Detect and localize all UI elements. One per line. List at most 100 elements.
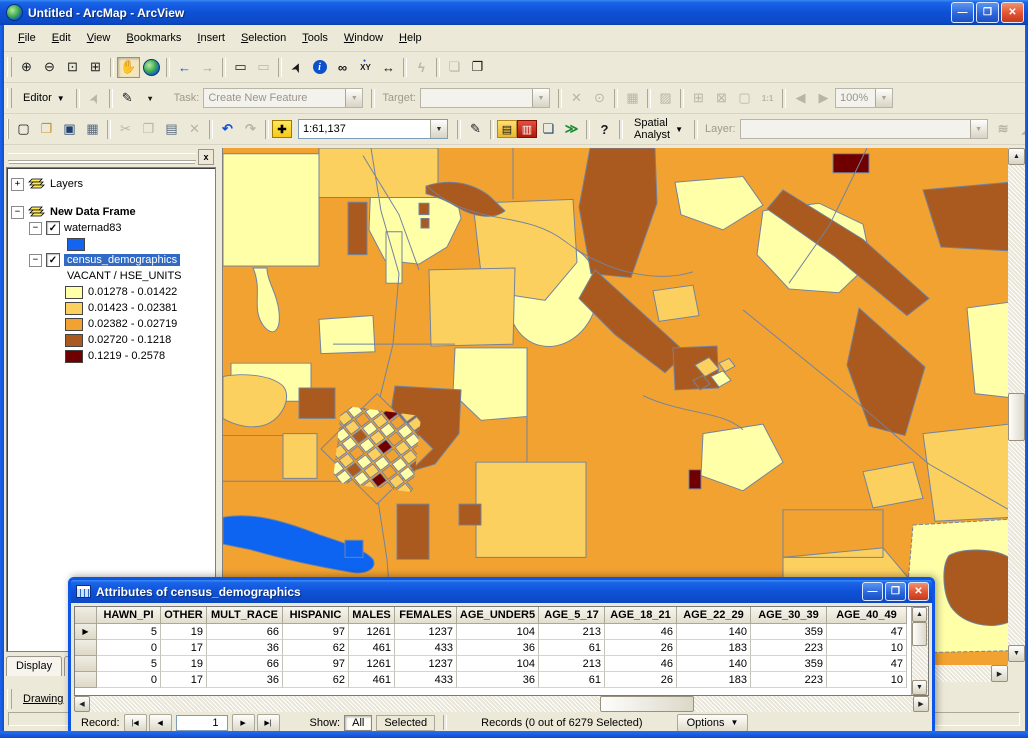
table-cell[interactable]: 223 [751,640,827,656]
scroll-thumb[interactable] [912,622,927,646]
edit-tool-icon[interactable]: ➤ [80,83,109,113]
toolbar-grip[interactable] [7,88,12,108]
minimize-button[interactable]: — [862,582,883,601]
show-all-button[interactable]: All [344,715,372,731]
table-cell[interactable]: 19 [161,624,207,640]
table-cell[interactable]: 0 [97,672,161,688]
menu-edit[interactable]: Edit [44,29,79,47]
toc-item-waternad83[interactable]: − ✓ waternad83 [11,220,215,236]
table-cell[interactable]: 213 [539,624,605,640]
layer-combo[interactable]: ▼ [740,119,988,139]
toc-item-census-demographics[interactable]: − ✓ census_demographics [11,252,215,268]
current-record-marker[interactable]: ▶ [75,624,97,640]
fixed-zoom-in-icon[interactable]: ⊡ [61,57,84,78]
table-cell[interactable]: 183 [677,672,751,688]
table-cell[interactable]: 36 [207,672,283,688]
layer-checkbox[interactable]: ✓ [46,253,60,267]
editor-toolbar-toggle-icon[interactable]: ✎ [464,119,487,140]
collapse-icon[interactable]: − [29,222,42,235]
table-row[interactable]: 017366246143336612618322310 [75,672,911,688]
table-cell[interactable]: 36 [457,672,539,688]
table-row[interactable]: 017366246143336612618322310 [75,640,911,656]
identify-icon[interactable] [308,57,331,78]
zoom-in-icon[interactable]: ⊕ [15,57,38,78]
save-icon[interactable]: ▣ [58,119,81,140]
column-header-age_22_29[interactable]: AGE_22_29 [677,607,751,624]
column-header-age_under5[interactable]: AGE_UNDER5 [457,607,539,624]
measure-icon[interactable]: ↔ [377,57,400,78]
table-horizontal-scrollbar[interactable]: ◀ ▶ [74,696,929,712]
table-cell[interactable]: 1237 [395,656,457,672]
toc-item-layers[interactable]: + Layers [11,176,215,192]
go-to-xy-icon[interactable]: XY [354,57,377,78]
table-cell[interactable]: 66 [207,656,283,672]
table-cell[interactable]: 104 [457,656,539,672]
close-icon[interactable]: x [198,149,214,165]
column-header-hawn_pi[interactable]: HAWN_PI [97,607,161,624]
find-icon[interactable]: ∞ [331,57,354,78]
undo-icon[interactable]: ↶ [216,119,239,140]
legend-item[interactable]: 0.02720 - 0.1218 [65,332,215,348]
menu-tools[interactable]: Tools [294,29,336,47]
scroll-track[interactable] [1008,165,1025,645]
legend-item[interactable]: 0.1219 - 0.2578 [65,348,215,364]
table-cell[interactable]: 19 [161,656,207,672]
scroll-down-icon[interactable]: ▼ [1008,645,1025,662]
toolbar-grip[interactable] [7,119,9,139]
table-cell[interactable]: 104 [457,624,539,640]
arctoolbox-icon[interactable]: ▥ [517,120,537,138]
chevron-down-icon[interactable]: ▼ [875,89,892,107]
table-cell[interactable]: 17 [161,672,207,688]
paste-icon[interactable]: ▤ [160,119,183,140]
row-selector[interactable] [75,640,97,656]
map-scale-combo[interactable]: 1:61,137 ▼ [298,119,448,139]
map-vertical-scrollbar[interactable]: ▲ ▼ [1008,148,1025,662]
table-cell[interactable]: 36 [457,640,539,656]
scroll-up-icon[interactable]: ▲ [912,607,927,622]
scroll-left-icon[interactable]: ◀ [74,696,90,712]
layout-zoom-whole-page-icon[interactable]: 1:1 [756,88,779,109]
table-row[interactable]: 5196697126112371042134614035947 [75,656,911,672]
chevron-down-icon[interactable]: ▼ [970,120,987,138]
scroll-up-icon[interactable]: ▲ [1008,148,1025,165]
restore-button[interactable]: ❐ [885,582,906,601]
row-selector[interactable] [75,656,97,672]
tab-display[interactable]: Display [6,656,62,676]
task-combo[interactable]: Create New Feature ▼ [203,88,363,108]
menu-help[interactable]: Help [391,29,430,47]
column-header-hispanic[interactable]: HISPANIC [283,607,349,624]
table-cell[interactable]: 1237 [395,624,457,640]
menu-selection[interactable]: Selection [233,29,294,47]
menu-view[interactable]: View [79,29,119,47]
scroll-right-icon[interactable]: ▶ [913,696,929,712]
table-cell[interactable]: 46 [605,656,677,672]
split-tool-icon[interactable]: ✕ [565,88,588,109]
table-cell[interactable]: 46 [605,624,677,640]
table-cell[interactable]: 66 [207,624,283,640]
legend-item[interactable]: 0.01278 - 0.01422 [65,284,215,300]
chevron-down-icon[interactable]: ▼ [430,120,447,138]
table-cell[interactable]: 26 [605,640,677,656]
menu-bookmarks[interactable]: Bookmarks [118,29,189,47]
full-extent-icon[interactable] [140,57,163,78]
table-cell[interactable]: 5 [97,656,161,672]
table-cell[interactable]: 26 [605,672,677,688]
column-header-age_40_49[interactable]: AGE_40_49 [827,607,907,624]
table-cell[interactable]: 61 [539,672,605,688]
menu-window[interactable]: Window [336,29,391,47]
go-forward-extent-icon[interactable]: → [196,57,219,78]
cut-icon[interactable]: ✂ [114,119,137,140]
select-features-icon[interactable]: ▭ [229,57,252,78]
table-cell[interactable]: 461 [349,672,395,688]
options-button[interactable]: Options ▼ [677,714,749,732]
command-window-icon[interactable]: ❏ [537,119,560,140]
new-map-file-icon[interactable]: ▢ [12,119,35,140]
table-cell[interactable]: 61 [539,640,605,656]
row-selector[interactable] [75,672,97,688]
table-cell[interactable]: 97 [283,624,349,640]
viewer-window-icon[interactable]: ❐ [466,57,489,78]
hyperlink-icon[interactable]: ϟ [410,57,433,78]
last-record-button[interactable]: ▶| [257,714,280,732]
collapse-icon[interactable]: − [11,206,24,219]
table-cell[interactable]: 62 [283,672,349,688]
